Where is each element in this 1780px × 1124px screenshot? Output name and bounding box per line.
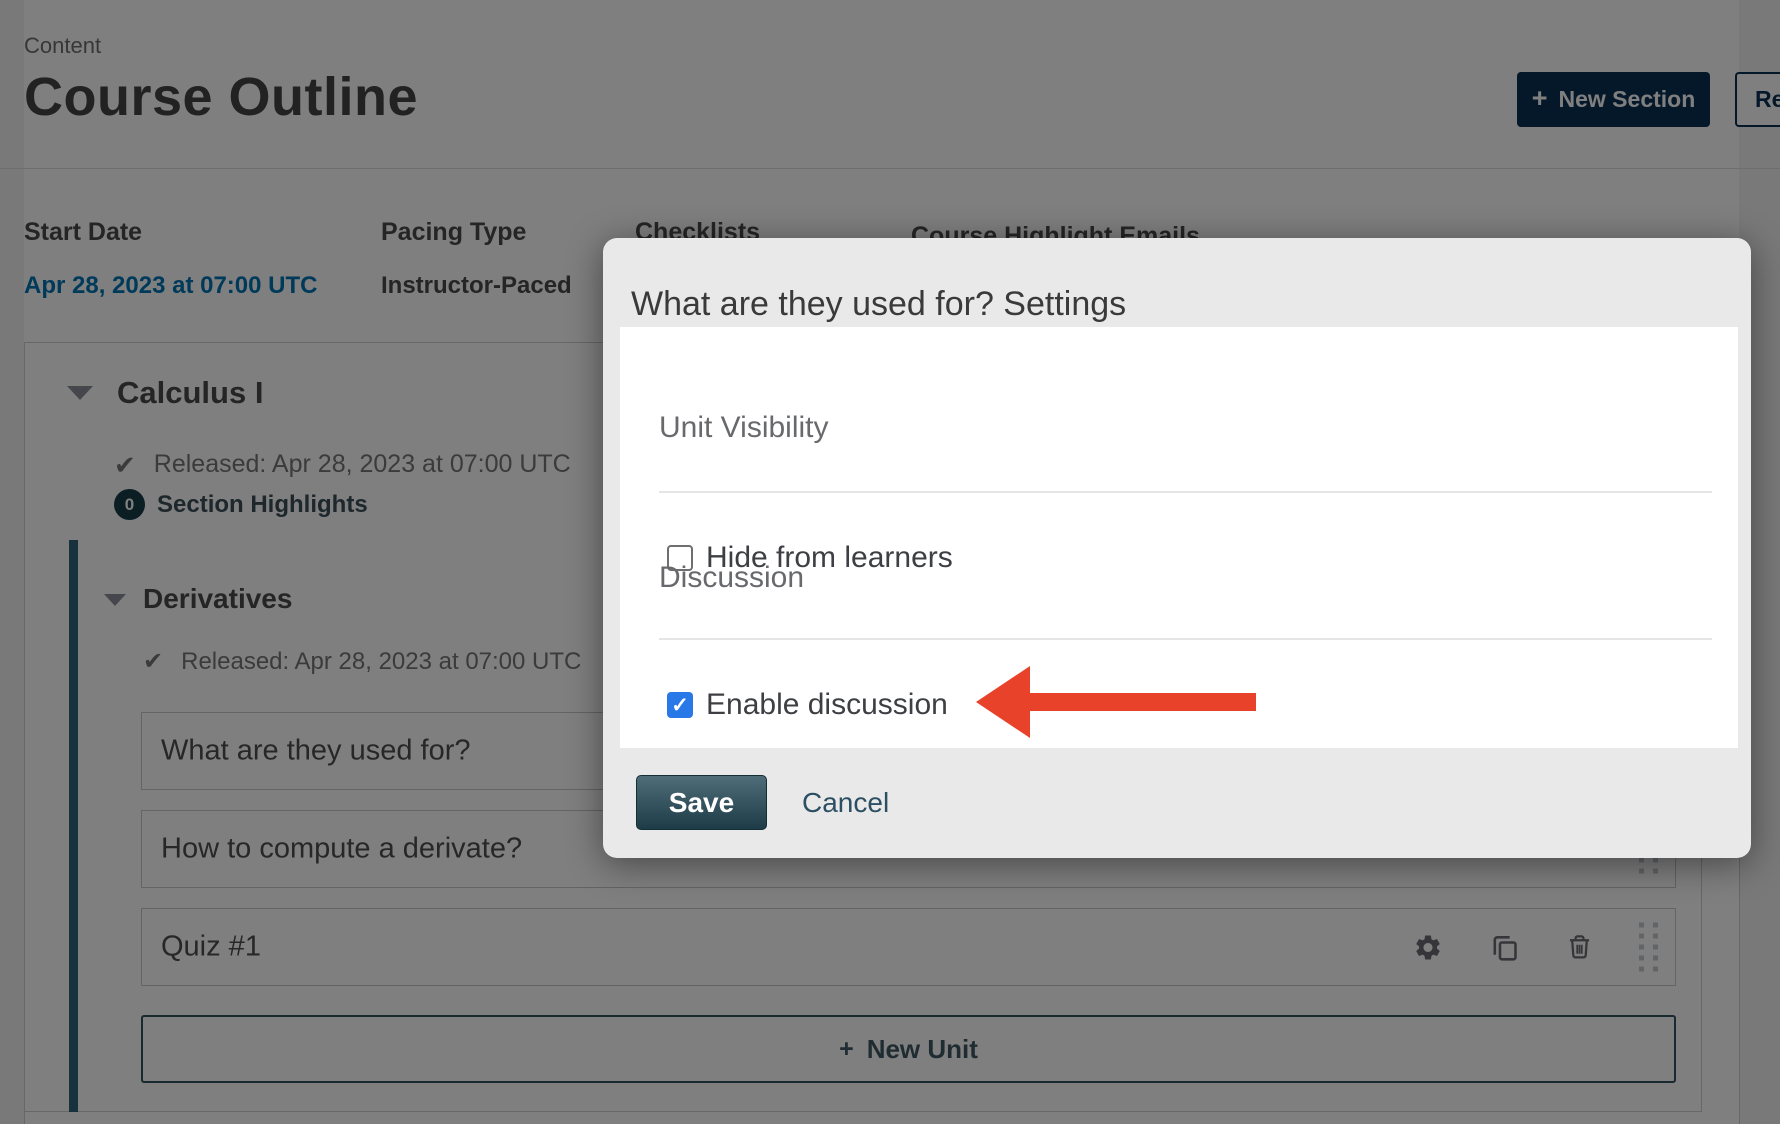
unit-settings-modal: What are they used for? Settings Unit Vi… bbox=[603, 238, 1751, 858]
enable-discussion-label: Enable discussion bbox=[706, 688, 948, 722]
checkmark-icon: ✓ bbox=[671, 693, 689, 718]
enable-discussion-option[interactable]: ✓ Enable discussion bbox=[667, 688, 948, 722]
section-divider bbox=[659, 491, 1712, 493]
annotation-arrow bbox=[968, 660, 1260, 746]
modal-title: What are they used for? Settings bbox=[631, 285, 1126, 324]
enable-discussion-checkbox[interactable]: ✓ bbox=[667, 692, 693, 718]
studio-course-outline-page: Content Course Outline + New Section Re … bbox=[0, 0, 1780, 1124]
discussion-heading: Discussion bbox=[659, 561, 804, 595]
unit-visibility-heading: Unit Visibility bbox=[659, 411, 829, 445]
save-button[interactable]: Save bbox=[636, 775, 767, 830]
cancel-button[interactable]: Cancel bbox=[802, 787, 889, 819]
section-divider bbox=[659, 638, 1712, 640]
